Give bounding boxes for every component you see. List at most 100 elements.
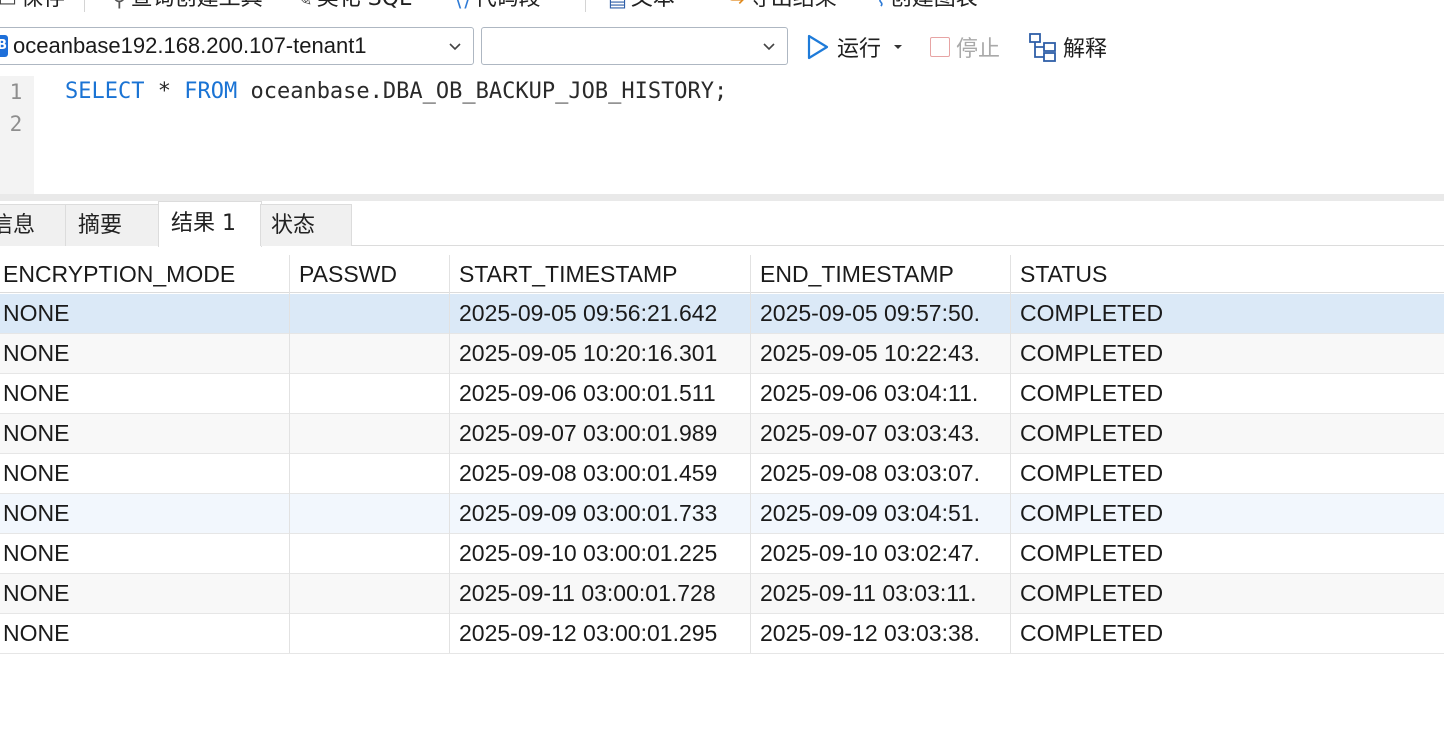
chevron-down-icon: [763, 43, 775, 51]
column-header-status[interactable]: STATUS: [1011, 255, 1444, 292]
cell-encryption-mode[interactable]: NONE: [0, 494, 289, 533]
save-label: 保存: [21, 0, 65, 12]
cell-passwd[interactable]: [290, 334, 449, 373]
cell-end-timestamp[interactable]: 2025-09-10 03:02:47.: [751, 534, 1010, 573]
cell-start-timestamp[interactable]: 2025-09-07 03:00:01.989: [450, 414, 750, 453]
cell-start-timestamp[interactable]: 2025-09-08 03:00:01.459: [450, 454, 750, 493]
tab-status[interactable]: 状态: [260, 204, 352, 246]
column-header-encryption-mode[interactable]: ENCRYPTION_MODE: [0, 255, 289, 292]
column-divider[interactable]: [1010, 255, 1011, 653]
sql-text: *: [144, 79, 185, 104]
column-divider[interactable]: [750, 255, 751, 653]
cell-passwd[interactable]: [290, 494, 449, 533]
code-snippet-button[interactable]: ⟨⟩ 代码段: [455, 0, 541, 12]
stop-button[interactable]: 停止: [930, 31, 1000, 63]
connection-bar: B oceanbase192.168.200.107-tenant1 运行 停止…: [0, 27, 1444, 67]
column-header-passwd[interactable]: PASSWD: [290, 255, 449, 292]
cell-passwd[interactable]: [290, 574, 449, 613]
sql-text: oceanbase.DBA_OB_BACKUP_JOB_HISTORY;: [237, 79, 728, 104]
tab-result-1[interactable]: 结果 1: [158, 201, 262, 247]
cell-passwd[interactable]: [290, 374, 449, 413]
cell-start-timestamp[interactable]: 2025-09-11 03:00:01.728: [450, 574, 750, 613]
tab-summary[interactable]: 摘要: [65, 204, 159, 246]
cell-status[interactable]: COMPLETED: [1011, 454, 1444, 493]
cell-start-timestamp[interactable]: 2025-09-06 03:00:01.511: [450, 374, 750, 413]
cell-passwd[interactable]: [290, 534, 449, 573]
column-header-end-timestamp[interactable]: END_TIMESTAMP: [751, 255, 1010, 292]
cell-start-timestamp[interactable]: 2025-09-12 03:00:01.295: [450, 614, 750, 653]
cell-encryption-mode[interactable]: NONE: [0, 414, 289, 453]
grid-header: ENCRYPTION_MODE PASSWD START_TIMESTAMP E…: [0, 255, 1444, 293]
cell-passwd[interactable]: [290, 414, 449, 453]
table-row[interactable]: NONE 2025-09-07 03:00:01.989 2025-09-07 03…: [0, 414, 1444, 454]
run-dropdown-icon[interactable]: [891, 40, 905, 54]
sql-keyword: FROM: [184, 79, 238, 104]
cell-end-timestamp[interactable]: 2025-09-05 10:22:43.: [751, 334, 1010, 373]
export-icon: ↪: [728, 0, 745, 12]
cell-end-timestamp[interactable]: 2025-09-05 09:57:50.: [751, 294, 1010, 333]
cell-end-timestamp[interactable]: 2025-09-06 03:04:11.: [751, 374, 1010, 413]
cell-end-timestamp[interactable]: 2025-09-07 03:03:43.: [751, 414, 1010, 453]
cell-status[interactable]: COMPLETED: [1011, 574, 1444, 613]
text-button[interactable]: ▤ 文本: [608, 0, 675, 12]
cell-status[interactable]: COMPLETED: [1011, 374, 1444, 413]
cell-encryption-mode[interactable]: NONE: [0, 294, 289, 333]
cell-end-timestamp[interactable]: 2025-09-12 03:03:38.: [751, 614, 1010, 653]
column-header-start-timestamp[interactable]: START_TIMESTAMP: [450, 255, 750, 292]
table-row[interactable]: NONE 2025-09-10 03:00:01.225 2025-09-10 03…: [0, 534, 1444, 574]
cell-end-timestamp[interactable]: 2025-09-11 03:03:11.: [751, 574, 1010, 613]
table-row[interactable]: NONE 2025-09-12 03:00:01.295 2025-09-12 03…: [0, 614, 1444, 654]
cell-start-timestamp[interactable]: 2025-09-05 10:20:16.301: [450, 334, 750, 373]
table-row[interactable]: NONE 2025-09-09 03:00:01.733 2025-09-09 03…: [0, 494, 1444, 534]
code-snippet-label: 代码段: [475, 0, 541, 12]
cell-encryption-mode[interactable]: NONE: [0, 574, 289, 613]
query-builder-icon: ⚲: [112, 0, 127, 12]
connection-select[interactable]: B oceanbase192.168.200.107-tenant1: [0, 27, 474, 65]
explain-button[interactable]: 解释: [1027, 31, 1107, 63]
create-chart-button[interactable]: ⌇ 创建图表: [876, 0, 978, 12]
tab-status-label: 状态: [271, 213, 316, 238]
main-toolbar: ▭ 保存 ⚲ 查询创建工具 ✎ 美化 SQL ⟨⟩ 代码段 ▤ 文本 ↪ 导出结果 ⌇ 创建图…: [0, 0, 1444, 12]
cell-status[interactable]: COMPLETED: [1011, 614, 1444, 653]
cell-status[interactable]: COMPLETED: [1011, 534, 1444, 573]
beautify-sql-button[interactable]: ✎ 美化 SQL: [296, 0, 411, 12]
cell-passwd[interactable]: [290, 454, 449, 493]
cell-status[interactable]: COMPLETED: [1011, 414, 1444, 453]
cell-encryption-mode[interactable]: NONE: [0, 614, 289, 653]
export-result-button[interactable]: ↪ 导出结果: [728, 0, 837, 12]
cell-status[interactable]: COMPLETED: [1011, 294, 1444, 333]
cell-passwd[interactable]: [290, 294, 449, 333]
cell-encryption-mode[interactable]: NONE: [0, 334, 289, 373]
cell-status[interactable]: COMPLETED: [1011, 334, 1444, 373]
cell-encryption-mode[interactable]: NONE: [0, 374, 289, 413]
cell-encryption-mode[interactable]: NONE: [0, 534, 289, 573]
cell-end-timestamp[interactable]: 2025-09-09 03:04:51.: [751, 494, 1010, 533]
cell-status[interactable]: COMPLETED: [1011, 494, 1444, 533]
stop-label: 停止: [956, 37, 1001, 62]
table-row[interactable]: NONE 2025-09-05 09:56:21.642 2025-09-05 09…: [0, 294, 1444, 334]
cell-passwd[interactable]: [290, 614, 449, 653]
table-row[interactable]: NONE 2025-09-08 03:00:01.459 2025-09-08 03…: [0, 454, 1444, 494]
column-divider[interactable]: [449, 255, 450, 653]
database-icon: B: [0, 35, 8, 57]
cell-encryption-mode[interactable]: NONE: [0, 454, 289, 493]
table-row[interactable]: NONE 2025-09-06 03:00:01.511 2025-09-06 03…: [0, 374, 1444, 414]
sql-editor[interactable]: 1 2 SELECT * FROM oceanbase.DBA_OB_BACKU…: [0, 76, 1444, 194]
explain-label: 解释: [1063, 37, 1108, 62]
cell-start-timestamp[interactable]: 2025-09-09 03:00:01.733: [450, 494, 750, 533]
query-builder-button[interactable]: ⚲ 查询创建工具: [112, 0, 263, 12]
editor-splitter[interactable]: [0, 194, 1444, 201]
tab-message[interactable]: 信息: [0, 204, 66, 246]
cell-start-timestamp[interactable]: 2025-09-05 09:56:21.642: [450, 294, 750, 333]
cell-start-timestamp[interactable]: 2025-09-10 03:00:01.225: [450, 534, 750, 573]
save-button[interactable]: ▭ 保存: [0, 0, 65, 12]
column-divider[interactable]: [289, 255, 290, 653]
run-button[interactable]: 运行: [805, 31, 905, 63]
cell-end-timestamp[interactable]: 2025-09-08 03:03:07.: [751, 454, 1010, 493]
line-number: 1: [9, 80, 23, 104]
code-line[interactable]: SELECT * FROM oceanbase.DBA_OB_BACKUP_JO…: [65, 79, 727, 104]
database-select[interactable]: [481, 27, 788, 65]
table-row[interactable]: NONE 2025-09-05 10:20:16.301 2025-09-05 10…: [0, 334, 1444, 374]
table-row[interactable]: NONE 2025-09-11 03:00:01.728 2025-09-11 03…: [0, 574, 1444, 614]
line-number-gutter: 1 2: [0, 76, 34, 194]
